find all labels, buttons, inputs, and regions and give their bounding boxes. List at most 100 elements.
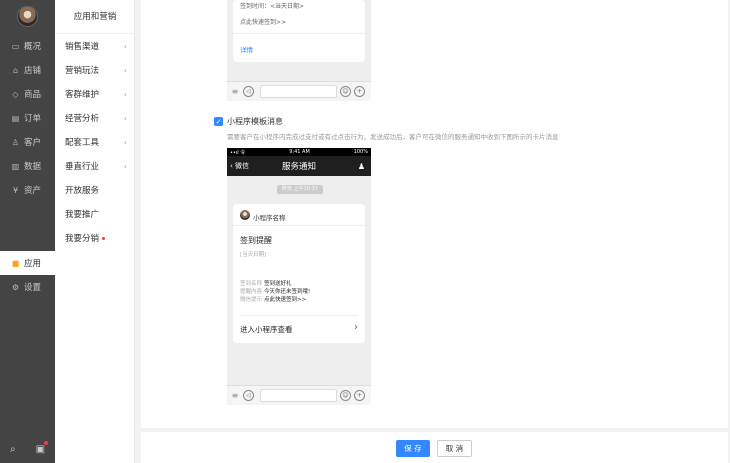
sidebar-title: 应用和营销 — [55, 0, 135, 34]
nav-item-6[interactable]: ¥ 资产 — [0, 178, 55, 202]
time-badge: 昨天 上午10:37 — [277, 185, 323, 194]
chevron-right-icon: › — [123, 137, 127, 147]
sidebar-item-label: 营销玩法 — [65, 66, 100, 76]
phone-status-bar: ••ıl 令 9:41 AM 100% — [227, 148, 371, 156]
sidebar-item-2[interactable]: 客群维护 › — [65, 82, 127, 106]
voice-icon: ◁ — [243, 86, 254, 97]
chevron-right-icon: › — [123, 113, 127, 123]
nav-item-7[interactable]: ■ 应用 — [0, 251, 55, 275]
chevron-right-icon: › — [354, 322, 358, 333]
nav-item-label: 订单 — [24, 114, 42, 124]
sidebar-item-0[interactable]: 销售渠道 › — [65, 34, 127, 58]
checkbox-label: 小程序模板消息 — [227, 117, 283, 126]
cancel-button[interactable]: 取 消 — [437, 440, 472, 457]
tag-icon: ◇ — [12, 89, 19, 99]
message-icon[interactable]: ▣ — [36, 441, 49, 455]
checkbox-checked-icon[interactable]: ✓ — [214, 117, 223, 126]
option-description: 需要客户在小程序内完成过支付或有过点击行为，发送成功后，客户可在微信的服务通知中… — [227, 133, 559, 141]
shop-avatar[interactable] — [17, 6, 38, 27]
miniprogram-message-preview: ••ıl 令 9:41 AM 100% ‹ 微信 服务通知 ♟ 昨天 上午10:… — [227, 148, 371, 405]
wechat-header: ‹ 微信 服务通知 ♟ — [227, 156, 371, 176]
nav-item-label: 概况 — [24, 42, 42, 52]
preview-line-2: 点此快速签到>> — [240, 19, 287, 26]
nav-item-8[interactable]: ⚙ 设置 — [0, 275, 55, 299]
nav-item-2[interactable]: ◇ 商品 — [0, 82, 55, 106]
field-key: 签到名称 — [240, 281, 263, 287]
nav-item-3[interactable]: ▤ 订单 — [0, 106, 55, 130]
main-content: 签到时间：<当天日期> 点此快速签到>> 详情 ≡ ◁ ☺ + ✓ 小程序模板消… — [141, 0, 728, 428]
main-nav: ▭ 概况 ⌂ 店铺 ◇ 商品 ▤ 订单 ♙ 客户 ▥ 数据 ¥ 资产 ■ 应用 ⚙ 设置 ⌕ ▣ — [0, 0, 55, 463]
sidebar-item-label: 垂直行业 — [65, 162, 100, 172]
chat-input-bar: ≡ ◁ ☺ + — [227, 81, 371, 101]
sidebar-item-5[interactable]: 垂直行业 › — [65, 154, 127, 178]
signal-indicator: ••ıl 令 — [230, 149, 246, 156]
sidebar-item-label: 客群维护 — [65, 90, 100, 100]
field-key: 微信提示 — [240, 297, 263, 303]
nav-item-label: 数据 — [24, 162, 42, 172]
plus-icon: + — [354, 390, 365, 401]
nav-item-label: 设置 — [24, 283, 42, 293]
nav-item-1[interactable]: ⌂ 店铺 — [0, 58, 55, 82]
chat-input — [260, 389, 337, 402]
sidebar-item-label: 开放服务 — [65, 186, 100, 196]
nav-item-label: 资产 — [24, 186, 42, 196]
order-icon: ▤ — [11, 113, 20, 123]
save-button[interactable]: 保 存 — [396, 440, 430, 457]
search-icon[interactable]: ⌕ — [10, 444, 16, 455]
person-icon: ♟ — [357, 161, 365, 171]
monitor-icon: ▭ — [11, 41, 20, 51]
chat-input — [260, 85, 337, 98]
sidebar-item-label: 销售渠道 — [65, 42, 100, 52]
notification-dot — [44, 441, 49, 445]
chevron-right-icon: › — [123, 41, 127, 51]
nav-item-0[interactable]: ▭ 概况 — [0, 34, 55, 58]
sidebar-item-8[interactable]: 我要分销 — [65, 226, 127, 250]
chevron-right-icon: › — [123, 89, 127, 99]
nav-item-label: 客户 — [24, 138, 42, 148]
shop-icon: ⌂ — [12, 65, 19, 75]
emoji-icon: ☺ — [340, 390, 351, 401]
sidebar-item-1[interactable]: 营销玩法 › — [65, 58, 127, 82]
plus-icon: + — [354, 86, 365, 97]
chevron-right-icon: › — [123, 65, 127, 75]
card-field-row: 签到名称 签到送好礼 — [240, 280, 310, 288]
miniprogram-name: 小程序名称 — [253, 214, 286, 222]
nav-item-label: 应用 — [24, 259, 42, 269]
miniprogram-template-option[interactable]: ✓ 小程序模板消息 — [214, 116, 283, 127]
detail-link[interactable]: 详情 — [240, 44, 253, 54]
nav-item-5[interactable]: ▥ 数据 — [0, 154, 55, 178]
field-value: 点此快速签到>> — [264, 297, 307, 303]
nav-item-4[interactable]: ♙ 客户 — [0, 130, 55, 154]
emoji-icon: ☺ — [340, 86, 351, 97]
battery-level: 100% — [353, 149, 368, 155]
service-notice-card: 小程序名称 签到提醒 [当天日期] 签到名称 签到送好礼 提醒内容 今天你还未签到哦!… — [233, 204, 365, 343]
sidebar-item-4[interactable]: 配套工具 › — [65, 130, 127, 154]
chevron-right-icon: › — [123, 161, 127, 171]
chart-icon: ▥ — [11, 161, 20, 171]
sidebar-item-6[interactable]: 开放服务 — [65, 178, 127, 202]
chat-input-bar-2: ≡ ◁ ☺ + — [227, 385, 371, 405]
card-title: 签到提醒 — [240, 236, 272, 245]
field-value: 签到送好礼 — [264, 281, 292, 287]
action-footer: 保 存 取 消 — [141, 432, 728, 463]
voice-icon: ◁ — [243, 390, 254, 401]
user-icon: ♙ — [11, 137, 20, 147]
back-button: ‹ 微信 — [230, 162, 250, 170]
sidebar-item-3[interactable]: 经营分析 › — [65, 106, 127, 130]
secondary-sidebar: 应用和营销 销售渠道 › 营销玩法 › 客群维护 › 经营分析 › 配套工具 › 垂直行业 › 开放服务… — [55, 0, 135, 463]
enter-miniprogram-link: 进入小程序查看 — [240, 325, 293, 334]
status-time: 9:41 AM — [289, 149, 310, 155]
apps-icon: ■ — [11, 258, 20, 268]
sidebar-item-label: 我要推广 — [65, 210, 100, 220]
menu-icon: ≡ — [231, 87, 239, 96]
miniprogram-avatar — [240, 210, 250, 220]
asset-icon: ¥ — [12, 185, 19, 195]
sidebar-item-label: 我要分销 — [65, 234, 100, 244]
sidebar-item-7[interactable]: 我要推广 — [65, 202, 127, 226]
card-date: [当天日期] — [240, 252, 267, 258]
field-value: 今天你还未签到哦! — [264, 289, 311, 295]
field-key: 提醒内容 — [240, 289, 263, 295]
menu-icon: ≡ — [231, 391, 239, 400]
sidebar-item-label: 经营分析 — [65, 114, 100, 124]
nav-item-label: 店铺 — [24, 66, 42, 76]
